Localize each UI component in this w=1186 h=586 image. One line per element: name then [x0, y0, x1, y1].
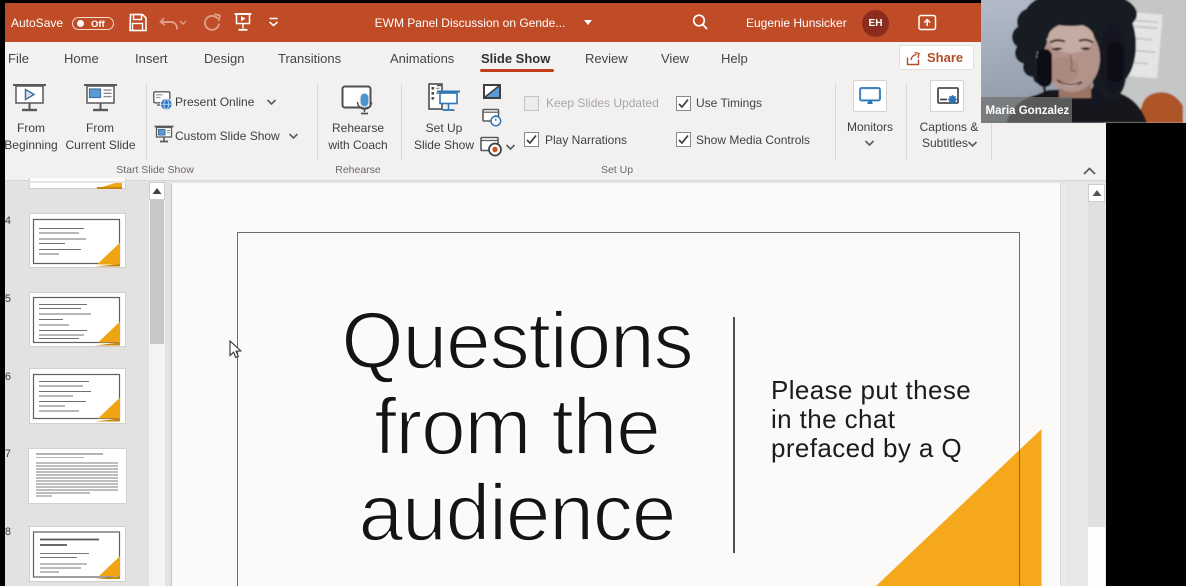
svg-text:Maria Gonzalez: Maria Gonzalez [986, 105, 1070, 117]
